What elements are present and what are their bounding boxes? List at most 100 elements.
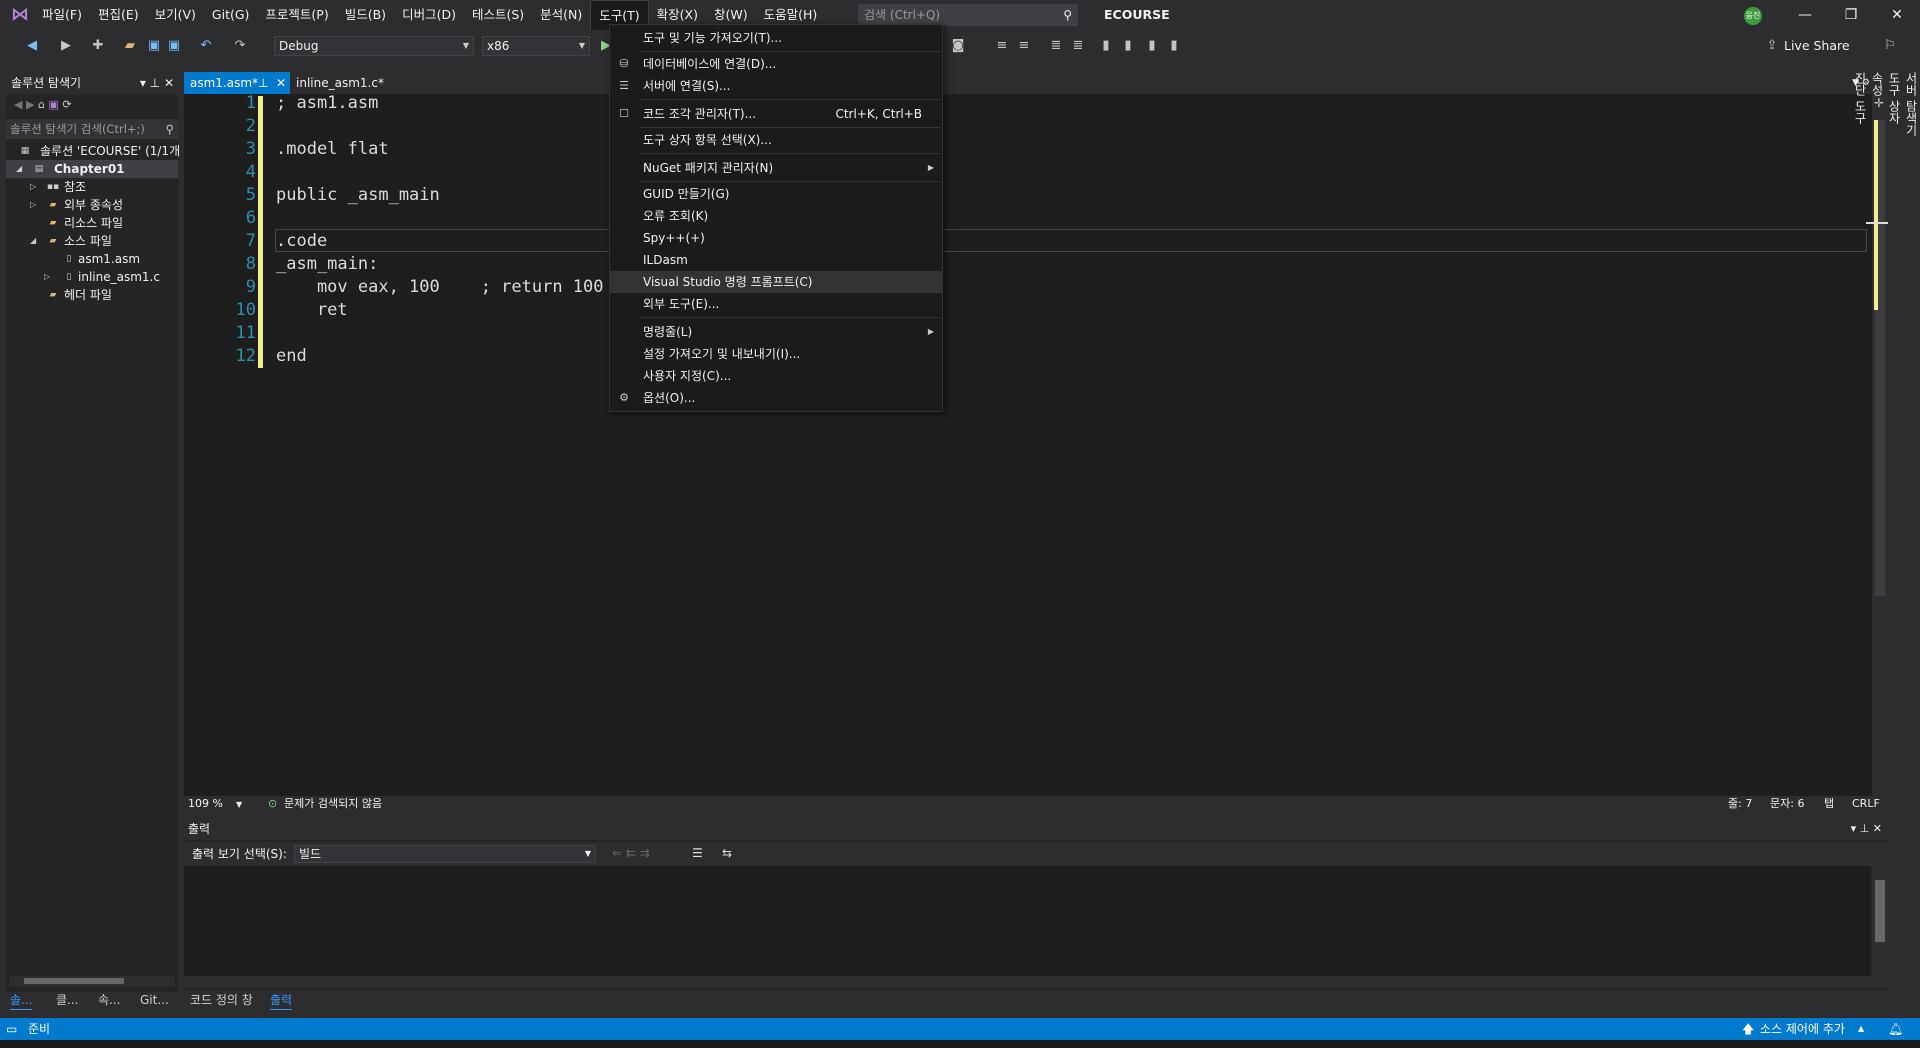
- tree-item-project[interactable]: ◢ ▤ Chapter01: [6, 160, 178, 178]
- tab-class-view[interactable]: 클...: [56, 990, 78, 1010]
- uncomment-icon[interactable]: ≣: [1070, 38, 1086, 54]
- live-share-icon[interactable]: ⇪: [1764, 38, 1780, 54]
- menu-item-ildasm[interactable]: ILDasm: [610, 249, 942, 271]
- tree-item-asm1[interactable]: ▯ asm1.asm: [6, 250, 178, 268]
- code-line[interactable]: public _asm_main: [276, 184, 440, 207]
- clear-bookmark-icon[interactable]: ▮: [1166, 38, 1182, 54]
- tab-inline-asm1[interactable]: inline_asm1.c*: [290, 72, 390, 94]
- save-all-icon[interactable]: ▣: [166, 38, 182, 54]
- close-button[interactable]: ✕: [1874, 0, 1920, 30]
- tab-asm1[interactable]: asm1.asm* ⊥ ✕: [184, 72, 290, 94]
- menu-item-spy[interactable]: Spy++(+): [610, 227, 942, 249]
- tree-item-solution[interactable]: ▦ 솔루션 'ECOURSE' (1/1개: [6, 142, 180, 160]
- restore-button[interactable]: ❐: [1828, 0, 1874, 30]
- menu-analyze[interactable]: 분석(N): [532, 0, 590, 30]
- tree-item-header-files[interactable]: ▰ 헤더 파일: [6, 286, 178, 304]
- chevron-down-icon[interactable]: ▼: [236, 797, 242, 813]
- dropdown-icon[interactable]: ▾: [140, 76, 150, 90]
- code-line[interactable]: ; asm1.asm: [276, 92, 378, 115]
- menu-git[interactable]: Git(G): [204, 0, 258, 30]
- chevron-right-icon[interactable]: ▷: [44, 268, 50, 286]
- pane-controls-icon[interactable]: ▾ ⊥ ✕: [1851, 818, 1882, 840]
- menu-item-external-tools[interactable]: 외부 도구(E)...: [610, 293, 942, 315]
- notification-icon[interactable]: 🔔︎: [1888, 1018, 1903, 1040]
- chevron-down-icon[interactable]: ◢: [16, 160, 22, 178]
- menu-project[interactable]: 프로젝트(P): [257, 0, 336, 30]
- tree-item-resource-files[interactable]: ▰ 리소스 파일: [6, 214, 178, 232]
- code-line[interactable]: ret: [276, 299, 348, 322]
- menu-item-guid[interactable]: GUID 만들기(G): [610, 183, 942, 205]
- tab-solution-explorer[interactable]: 솔...: [10, 990, 33, 1010]
- menu-item-vs-command-prompt[interactable]: Visual Studio 명령 프롬프트(C): [610, 271, 942, 293]
- chevron-up-icon[interactable]: ▲: [1858, 1018, 1864, 1040]
- avatar[interactable]: 웅진: [1744, 7, 1762, 25]
- tree-item-inline-asm1[interactable]: ▷ ▯ inline_asm1.c: [6, 268, 178, 286]
- pin-icon[interactable]: ⊥: [150, 76, 164, 90]
- tab-server-explorer[interactable]: 서버 탐색기: [1903, 72, 1920, 302]
- prev-bookmark-icon[interactable]: ▮: [1120, 38, 1136, 54]
- open-icon[interactable]: ▰: [122, 38, 138, 54]
- undo-icon[interactable]: ↶: [198, 38, 214, 54]
- code-line[interactable]: mov eax, 100 ; return 100: [276, 276, 604, 299]
- home-icon[interactable]: ⌂: [38, 98, 48, 111]
- pin-icon[interactable]: ⊥: [258, 72, 268, 94]
- source-control-button[interactable]: 소스 제어에 추가: [1760, 1018, 1845, 1040]
- next-bookmark-icon[interactable]: ▮: [1144, 38, 1160, 54]
- menu-test[interactable]: 테스트(S): [464, 0, 532, 30]
- indent-icon[interactable]: ≡: [994, 38, 1010, 54]
- menu-item-customize[interactable]: 사용자 지정(C)...: [610, 365, 942, 387]
- output-hscrollbar[interactable]: [184, 976, 1888, 988]
- live-share-button[interactable]: Live Share: [1784, 38, 1850, 53]
- output-find-icon[interactable]: ⇐ ⇇ ⇉: [612, 846, 650, 860]
- scroll-thumb[interactable]: [1875, 880, 1885, 942]
- menu-item-snippets[interactable]: ☐ 코드 조각 관리자(T)... Ctrl+K, Ctrl+B: [610, 103, 942, 125]
- scroll-thumb[interactable]: [24, 978, 124, 984]
- tab-properties-side[interactable]: 속성: [1869, 72, 1886, 302]
- close-icon[interactable]: ✕: [164, 76, 174, 90]
- chevron-right-icon[interactable]: ▷: [30, 178, 36, 196]
- menu-item-options[interactable]: ⚙ 옵션(O)...: [610, 387, 942, 409]
- new-project-icon[interactable]: ✚: [90, 38, 106, 54]
- menu-item-import-export[interactable]: 설정 가져오기 및 내보내기(I)...: [610, 343, 942, 365]
- bookmark-icon[interactable]: ▮: [1098, 38, 1114, 54]
- tree-item-references[interactable]: ▷ ▪▪ 참조: [6, 178, 178, 196]
- forward-icon[interactable]: ▶: [26, 98, 38, 111]
- issues-status[interactable]: 문제가 검색되지 않음: [284, 796, 382, 812]
- menu-item-get-tools[interactable]: 도구 및 기능 가져오기(T)...: [610, 27, 942, 49]
- feedback-icon[interactable]: ⚐: [1882, 38, 1898, 54]
- output-text-area[interactable]: [184, 866, 1870, 976]
- code-line[interactable]: _asm_main:: [276, 253, 378, 276]
- back-icon[interactable]: ◀: [24, 38, 40, 54]
- menu-item-command-line[interactable]: 명령줄(L) ▶: [610, 321, 942, 343]
- tab-code-definition[interactable]: 코드 정의 창: [190, 990, 253, 1010]
- code-line[interactable]: end: [276, 345, 307, 368]
- menu-item-error-lookup[interactable]: 오류 조회(K): [610, 205, 942, 227]
- tab-diagnostic-tools[interactable]: 진단 도구: [1852, 72, 1869, 312]
- menu-view[interactable]: 보기(V): [147, 0, 204, 30]
- solution-search-input[interactable]: 솔루션 탐색기 검색(Ctrl+;) ⚲: [6, 119, 178, 139]
- tab-output[interactable]: 출력: [270, 990, 293, 1010]
- close-icon[interactable]: ✕: [276, 72, 286, 94]
- chevron-down-icon[interactable]: ◢: [30, 232, 36, 250]
- config-dropdown[interactable]: Debug ▼: [274, 36, 474, 56]
- outdent-icon[interactable]: ≡: [1016, 38, 1032, 54]
- back-icon[interactable]: ◀: [14, 98, 26, 111]
- tab-properties[interactable]: 속...: [98, 990, 120, 1010]
- tree-item-source-files[interactable]: ◢ ▰ 소스 파일: [6, 232, 178, 250]
- menu-edit[interactable]: 편집(E): [90, 0, 147, 30]
- sync-icon[interactable]: ⟳: [62, 98, 71, 111]
- menu-item-toolbox-items[interactable]: 도구 상자 항목 선택(X)...: [610, 129, 942, 151]
- code-line[interactable]: .code: [276, 230, 327, 253]
- menu-file[interactable]: 파일(F): [34, 0, 90, 30]
- minimize-button[interactable]: —: [1782, 0, 1828, 30]
- tab-git[interactable]: Git...: [140, 990, 169, 1010]
- menu-item-connect-db[interactable]: ⛁ 데이터베이스에 연결(D)...: [610, 53, 942, 75]
- tab-toolbox[interactable]: 도구 상자: [1886, 72, 1903, 302]
- redo-icon[interactable]: ↷: [232, 38, 248, 54]
- zoom-level[interactable]: 109 %: [188, 796, 223, 812]
- forward-icon[interactable]: ▶: [58, 38, 74, 54]
- output-scrollbar[interactable]: [1872, 866, 1888, 976]
- output-source-dropdown[interactable]: 빌드 ▼: [294, 845, 596, 863]
- platform-dropdown[interactable]: x86 ▼: [482, 36, 590, 56]
- camera-icon[interactable]: ◙: [950, 38, 966, 54]
